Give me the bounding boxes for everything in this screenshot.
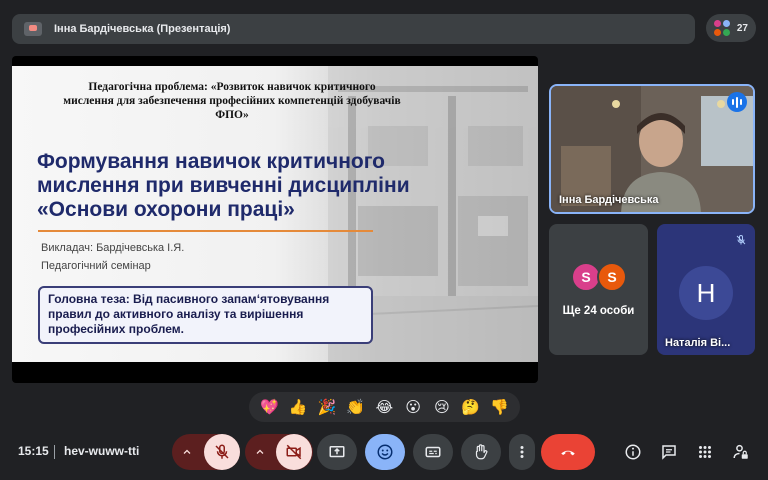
speaker-video-tile[interactable]: Інна Бардічевська (549, 84, 755, 214)
raise-hand-icon (475, 444, 488, 460)
mic-off-icon (215, 444, 229, 459)
reactions-bar: 💖 👍 🎉 👏 😂 😮 😢 🤔 👎 (249, 392, 520, 422)
camera-toggle-button[interactable] (276, 434, 312, 470)
present-screen-button[interactable] (317, 434, 357, 470)
mic-toggle-button[interactable] (204, 434, 240, 470)
lock-person-icon (733, 444, 748, 459)
present-screen-icon (329, 446, 345, 458)
presentation-slide: Педагогічна проблема: «Розвиток навичок … (12, 66, 538, 362)
end-call-icon (561, 450, 575, 456)
meeting-details-button[interactable] (620, 434, 646, 470)
reaction-thinking[interactable]: 🤔 (459, 398, 483, 416)
mic-options-button[interactable] (174, 434, 200, 470)
reaction-thumbs-down[interactable]: 👎 (488, 398, 512, 416)
avatar: S (597, 262, 627, 292)
divider (54, 445, 55, 459)
emoji-icon (377, 444, 393, 460)
reaction-laugh[interactable]: 😂 (372, 398, 396, 416)
speaking-indicator-icon (727, 92, 747, 112)
slide-divider (38, 230, 373, 232)
participants-avatars-icon (714, 20, 730, 36)
host-controls-button[interactable] (728, 434, 754, 470)
reaction-party[interactable]: 🎉 (315, 398, 339, 416)
meeting-time: 15:15 (18, 444, 49, 458)
mic-off-icon (733, 232, 749, 248)
other-participants-avatars: S S (571, 262, 627, 292)
meeting-code: hev-wuww-tti (64, 444, 140, 458)
chevron-up-icon (256, 449, 264, 454)
slide-problem-statement: Педагогічна проблема: «Розвиток навичок … (63, 81, 401, 121)
reaction-thumbs-up[interactable]: 👍 (286, 398, 310, 416)
participant-count: 27 (736, 22, 748, 34)
activities-button[interactable] (692, 434, 718, 470)
presentation-stage: Педагогічна проблема: «Розвиток навичок … (12, 56, 538, 383)
chevron-up-icon (183, 449, 191, 454)
more-vert-icon (520, 446, 524, 458)
captions-icon (425, 446, 441, 458)
slide-heading: Формування навичок критичного мислення п… (37, 150, 410, 221)
reaction-clap[interactable]: 👏 (344, 398, 368, 416)
others-count-label: Ще 24 особи (562, 305, 635, 317)
participant-name: Наталія Ві... (665, 337, 731, 349)
end-call-button[interactable] (541, 434, 595, 470)
camera-off-icon (286, 444, 302, 460)
emoji-button[interactable] (365, 434, 405, 470)
speaker-name: Інна Бардічевська (559, 194, 659, 206)
raise-hand-button[interactable] (461, 434, 501, 470)
slide-seminar: Педагогічний семінар (41, 260, 151, 272)
reaction-heart[interactable]: 💖 (257, 398, 281, 416)
camera-options-button[interactable] (247, 434, 273, 470)
presentation-title: Інна Бардічевська (Презентація) (54, 23, 231, 35)
chat-icon (662, 445, 676, 460)
participant-tile-natalia[interactable]: Н Наталія Ві... (657, 224, 755, 355)
avatar: Н (679, 266, 733, 320)
slide-teacher: Викладач: Бардічевська І.Я. (41, 242, 185, 254)
chat-button[interactable] (656, 434, 682, 470)
info-icon (625, 444, 641, 460)
presentation-bar: Інна Бардічевська (Презентація) (12, 14, 695, 44)
slide-thesis-box: Головна теза: Від пасивного запам‘ятовув… (38, 286, 373, 344)
other-participants-tile[interactable]: S S Ще 24 особи (549, 224, 648, 355)
captions-button[interactable] (413, 434, 453, 470)
apps-grid-icon (699, 446, 711, 458)
participants-button[interactable]: 27 (706, 14, 756, 42)
presenting-icon (24, 22, 42, 36)
reaction-surprised[interactable]: 😮 (401, 398, 425, 416)
reaction-sad[interactable]: 😢 (430, 398, 454, 416)
more-options-button[interactable] (509, 434, 535, 470)
